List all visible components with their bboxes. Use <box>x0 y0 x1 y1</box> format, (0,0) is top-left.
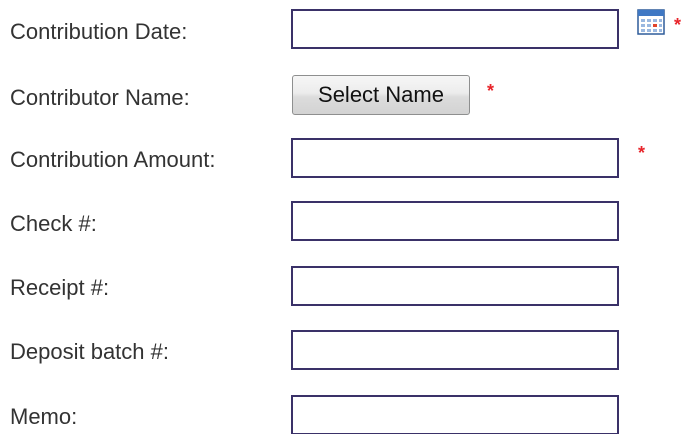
memo-input[interactable] <box>291 395 619 434</box>
receipt-number-label: Receipt #: <box>10 275 110 300</box>
contribution-date-input[interactable] <box>291 9 619 49</box>
check-number-label: Check #: <box>10 211 97 236</box>
contributor-name-required-marker: * <box>487 81 495 101</box>
contributor-name-label: Contributor Name: <box>10 85 190 110</box>
select-name-button[interactable]: Select Name <box>292 75 470 115</box>
contribution-date-required-marker: * <box>674 15 682 35</box>
contribution-amount-label: Contribution Amount: <box>10 147 216 172</box>
calendar-icon-graphic <box>637 9 665 35</box>
deposit-batch-label: Deposit batch #: <box>10 339 169 364</box>
deposit-batch-input[interactable] <box>291 330 619 370</box>
check-number-input[interactable] <box>291 201 619 241</box>
calendar-icon[interactable] <box>637 9 665 35</box>
contribution-date-label: Contribution Date: <box>10 19 188 44</box>
contribution-amount-input[interactable] <box>291 138 619 178</box>
contribution-form: Contribution Date: * Contributor Name: S… <box>0 0 694 434</box>
receipt-number-input[interactable] <box>291 266 619 306</box>
contribution-amount-required-marker: * <box>638 143 646 163</box>
memo-label: Memo: <box>10 404 78 429</box>
